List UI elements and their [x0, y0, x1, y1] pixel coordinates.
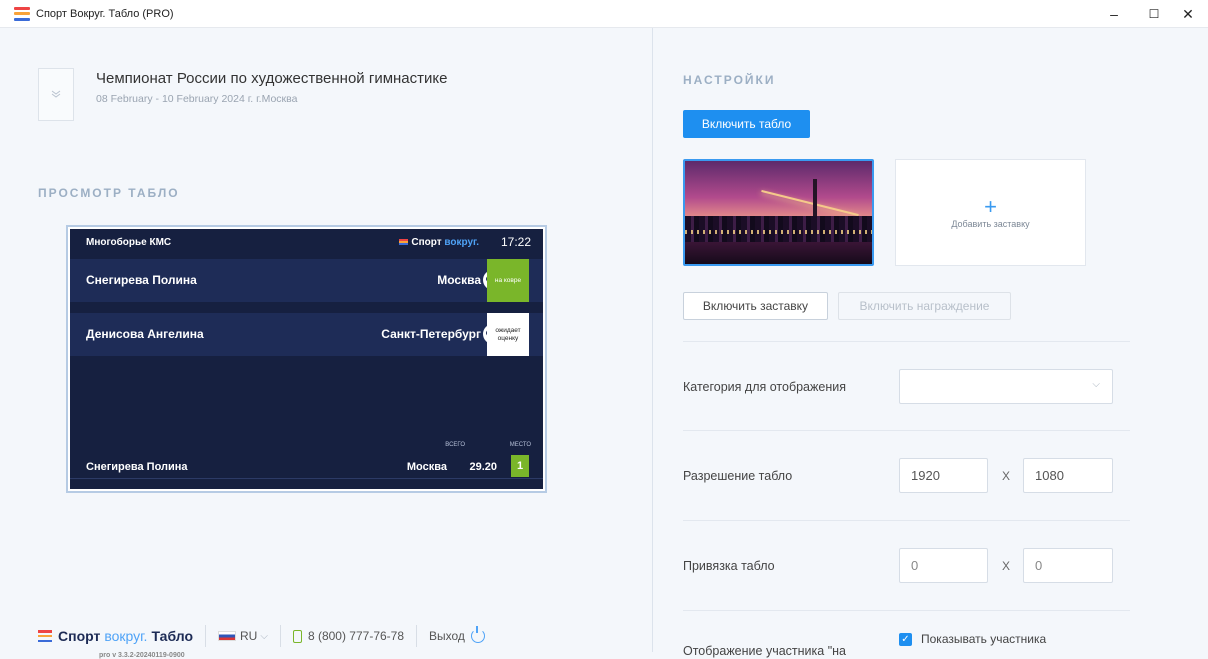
board-logo-accent: вокруг.: [444, 237, 479, 248]
divider: [683, 610, 1130, 611]
resolution-label: Разрешение табло: [683, 469, 793, 483]
city-lights: [685, 230, 872, 234]
support-phone: 8 (800) 777-76-78: [307, 629, 405, 643]
athlete-name: Денисова Ангелина: [86, 327, 204, 341]
enable-splash-button[interactable]: Включить заставку: [683, 292, 828, 320]
divider: [683, 430, 1130, 431]
anchor-y-input[interactable]: [1023, 548, 1113, 583]
chevron-down-icon: ⌵: [1092, 379, 1100, 390]
total-label: ВСЕГО: [445, 442, 465, 448]
divider: [205, 625, 207, 647]
board-row: Денисова Ангелина Санкт-Петербург ожидае…: [70, 313, 543, 356]
water: [685, 242, 872, 264]
resolution-width-input[interactable]: [899, 458, 988, 493]
add-splash-label: Добавить заставку: [951, 218, 1030, 229]
title-bar: Спорт Вокруг. Табло (PRO) – ☐ ✕: [0, 0, 1208, 28]
event-dates: 08 February - 10 February 2024 г. г.Моск…: [96, 93, 298, 105]
board-footer: Снегирева Полина Москва 29.20 1: [70, 455, 543, 479]
footer-place: 1: [511, 455, 529, 477]
place-label: МЕСТО: [509, 442, 531, 448]
resolution-height-input[interactable]: [1023, 458, 1113, 493]
settings-panel: НАСТРОЙКИ Включить табло + Добавить заст…: [653, 28, 1208, 658]
preview-section-title: ПРОСМОТР ТАБЛО: [38, 186, 180, 200]
logo-accent: вокруг.: [104, 628, 148, 644]
window-title: Спорт Вокруг. Табло (PRO): [36, 7, 174, 20]
logout-button[interactable]: Выход: [429, 626, 485, 643]
athlete-city: Санкт-Петербург: [381, 327, 481, 341]
phone-icon: [292, 629, 302, 643]
flag-ru-icon: [218, 631, 237, 641]
board-category: Многоборье КМС: [86, 237, 172, 248]
left-panel: Чемпионат России по художественной гимна…: [0, 28, 652, 659]
power-icon: [470, 626, 485, 643]
show-participant-checkbox[interactable]: ✓: [899, 633, 912, 646]
show-participant-label: Показывать участника: [921, 632, 1047, 646]
logo-product: Табло: [151, 628, 194, 644]
athlete-name: Снегирева Полина: [86, 273, 197, 287]
athlete-city: Москва: [437, 273, 481, 287]
board-logo-text: Спорт: [411, 237, 442, 248]
divider: [279, 625, 281, 647]
logo-flag-icon: [399, 239, 409, 246]
board-screen: Многоборье КМС Спорт вокруг. 17:22 Снеги…: [70, 229, 543, 489]
logout-label: Выход: [429, 629, 465, 643]
enable-board-button[interactable]: Включить табло: [683, 110, 810, 138]
anchor-label: Привязка табло: [683, 559, 775, 573]
splash-thumbnail[interactable]: [683, 159, 874, 266]
divider: [683, 341, 1130, 342]
app-logo: Спорт вокруг. Табло pro v 3.3.2-20240119…: [38, 628, 194, 659]
chevron-double-down-icon: [51, 88, 61, 102]
footer-athlete-name: Снегирева Полина: [86, 461, 188, 473]
enable-award-button[interactable]: Включить награждение: [838, 292, 1011, 320]
athlete-status: на ковре: [487, 259, 529, 302]
settings-title: НАСТРОЙКИ: [683, 73, 776, 87]
close-button[interactable]: ✕: [1168, 0, 1208, 28]
city-skyline: [685, 216, 872, 242]
language-selector[interactable]: RU ⌵: [218, 629, 268, 643]
bridge-lights: [761, 190, 859, 217]
board-time: 17:22: [500, 235, 531, 249]
app-version: pro v 3.3.2-20240119-0900: [99, 652, 185, 659]
logo-stripes-icon: [38, 630, 52, 642]
divider: [683, 520, 1130, 521]
plus-icon: +: [984, 193, 997, 219]
anchor-x-input[interactable]: [899, 548, 988, 583]
language-value: RU: [240, 629, 258, 643]
logo-text: Спорт: [58, 628, 101, 644]
footer-athlete-city: Москва: [406, 461, 447, 473]
board-row: Снегирева Полина Москва на ковре: [70, 259, 543, 302]
category-select[interactable]: ⌵: [899, 369, 1113, 404]
app-icon: [14, 6, 30, 21]
minimize-button[interactable]: –: [1094, 0, 1134, 28]
board-preview: Многоборье КМС Спорт вокруг. 17:22 Снеги…: [66, 225, 547, 493]
board-logo: Спорт вокруг.: [399, 237, 479, 248]
divider: [416, 625, 418, 647]
athlete-status: ожидает оценку: [487, 313, 529, 356]
collapse-button[interactable]: [38, 68, 74, 121]
category-label: Категория для отображения: [683, 380, 846, 394]
event-title: Чемпионат России по художественной гимна…: [96, 70, 448, 87]
x-separator: X: [1002, 559, 1011, 573]
footer-score: 29.20: [469, 461, 497, 473]
participant-display-label: Отображение участника "на: [683, 644, 846, 658]
chevron-down-icon: ⌵: [260, 630, 268, 642]
app-footer: Спорт вокруг. Табло pro v 3.3.2-20240119…: [38, 621, 485, 659]
add-splash-tile[interactable]: + Добавить заставку: [895, 159, 1086, 266]
x-separator: X: [1002, 469, 1011, 483]
